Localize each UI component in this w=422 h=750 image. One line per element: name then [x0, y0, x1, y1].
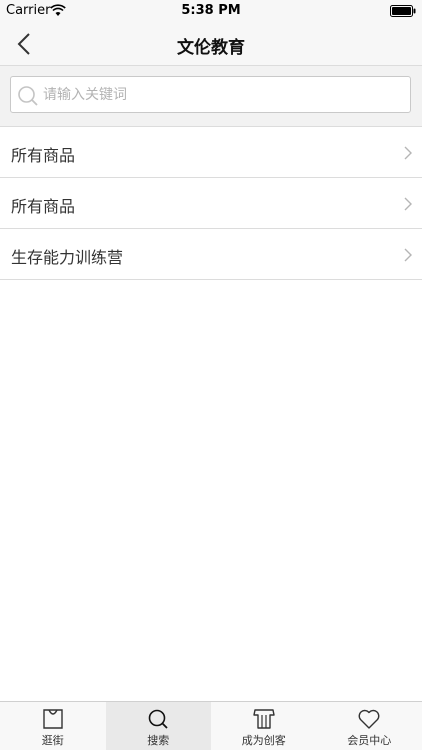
search-icon	[148, 709, 168, 729]
tab-member-center[interactable]: 会员中心	[317, 702, 422, 750]
page-title: 文伦教育	[177, 38, 245, 58]
chevron-right-icon	[404, 197, 412, 211]
chevron-right-icon	[404, 248, 412, 262]
nav-bar: 文伦教育	[0, 22, 422, 66]
bag-icon	[43, 709, 63, 729]
status-time: 5:38 PM	[181, 3, 241, 18]
list-item[interactable]: 所有商品	[0, 178, 422, 229]
tab-label: 搜索	[147, 734, 170, 747]
search-icon	[18, 86, 38, 106]
search-bar	[0, 66, 422, 127]
category-list: 所有商品 所有商品 生存能力训练营	[0, 127, 422, 280]
shirt-icon	[253, 709, 275, 729]
tab-label: 会员中心	[347, 734, 392, 747]
list-item-label: 所有商品	[11, 146, 76, 165]
list-item-label: 所有商品	[11, 197, 76, 216]
heart-icon	[358, 709, 380, 729]
battery-icon	[390, 5, 416, 17]
search-input[interactable]	[43, 81, 403, 109]
status-bar: Carrier 5:38 PM	[0, 0, 422, 22]
tab-search[interactable]: 搜索	[105, 702, 211, 750]
search-box[interactable]	[10, 76, 411, 113]
list-item-label: 生存能力训练营	[11, 248, 124, 267]
tab-bar: 逛街 搜索 成为创客 会员中心	[0, 701, 422, 750]
tab-label: 成为创客	[241, 734, 286, 747]
tab-become-maker[interactable]: 成为创客	[211, 702, 317, 750]
tab-browse[interactable]: 逛街	[0, 702, 106, 750]
chevron-right-icon	[404, 146, 412, 160]
tab-label: 逛街	[41, 734, 64, 747]
list-item[interactable]: 所有商品	[0, 127, 422, 178]
list-item[interactable]: 生存能力训练营	[0, 229, 422, 280]
